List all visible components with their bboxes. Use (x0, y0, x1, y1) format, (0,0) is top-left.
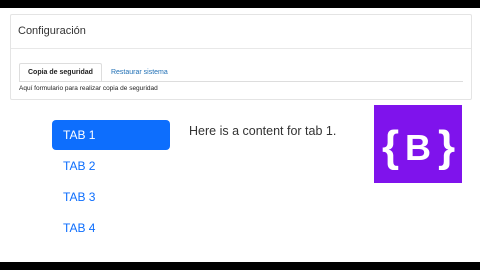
pill-tab-list: TAB 1 TAB 2 TAB 3 TAB 4 (52, 120, 170, 244)
pill-tab-4[interactable]: TAB 4 (52, 213, 170, 243)
tab-body-text: Aquí formulario para realizar copia de s… (19, 85, 158, 92)
logo-letter: B (405, 127, 431, 168)
pill-tab-3[interactable]: TAB 3 (52, 182, 170, 212)
tab-backup[interactable]: Copia de seguridad (19, 63, 102, 81)
pills-demo: TAB 1 TAB 2 TAB 3 TAB 4 Here is a conten… (40, 102, 360, 250)
tabs-divider (19, 81, 463, 82)
panel-title: Configuración (18, 25, 86, 37)
panel-divider (11, 48, 471, 49)
settings-panel: Configuración Copia de seguridad Restaur… (10, 14, 472, 100)
settings-tabs: Copia de seguridad Restaurar sistema (19, 63, 177, 81)
page: Configuración Copia de seguridad Restaur… (0, 8, 480, 262)
pill-tab-1[interactable]: TAB 1 (52, 120, 170, 150)
tab-restore[interactable]: Restaurar sistema (102, 63, 177, 81)
pill-tab-2[interactable]: TAB 2 (52, 151, 170, 181)
right-brace-glyph: } (438, 122, 455, 171)
bootstrap-logo-icon: { } B (382, 122, 455, 171)
bootstrap-logo: { } B (374, 105, 462, 183)
tab-content: Here is a content for tab 1. (189, 124, 337, 138)
left-brace-glyph: { (382, 122, 399, 171)
